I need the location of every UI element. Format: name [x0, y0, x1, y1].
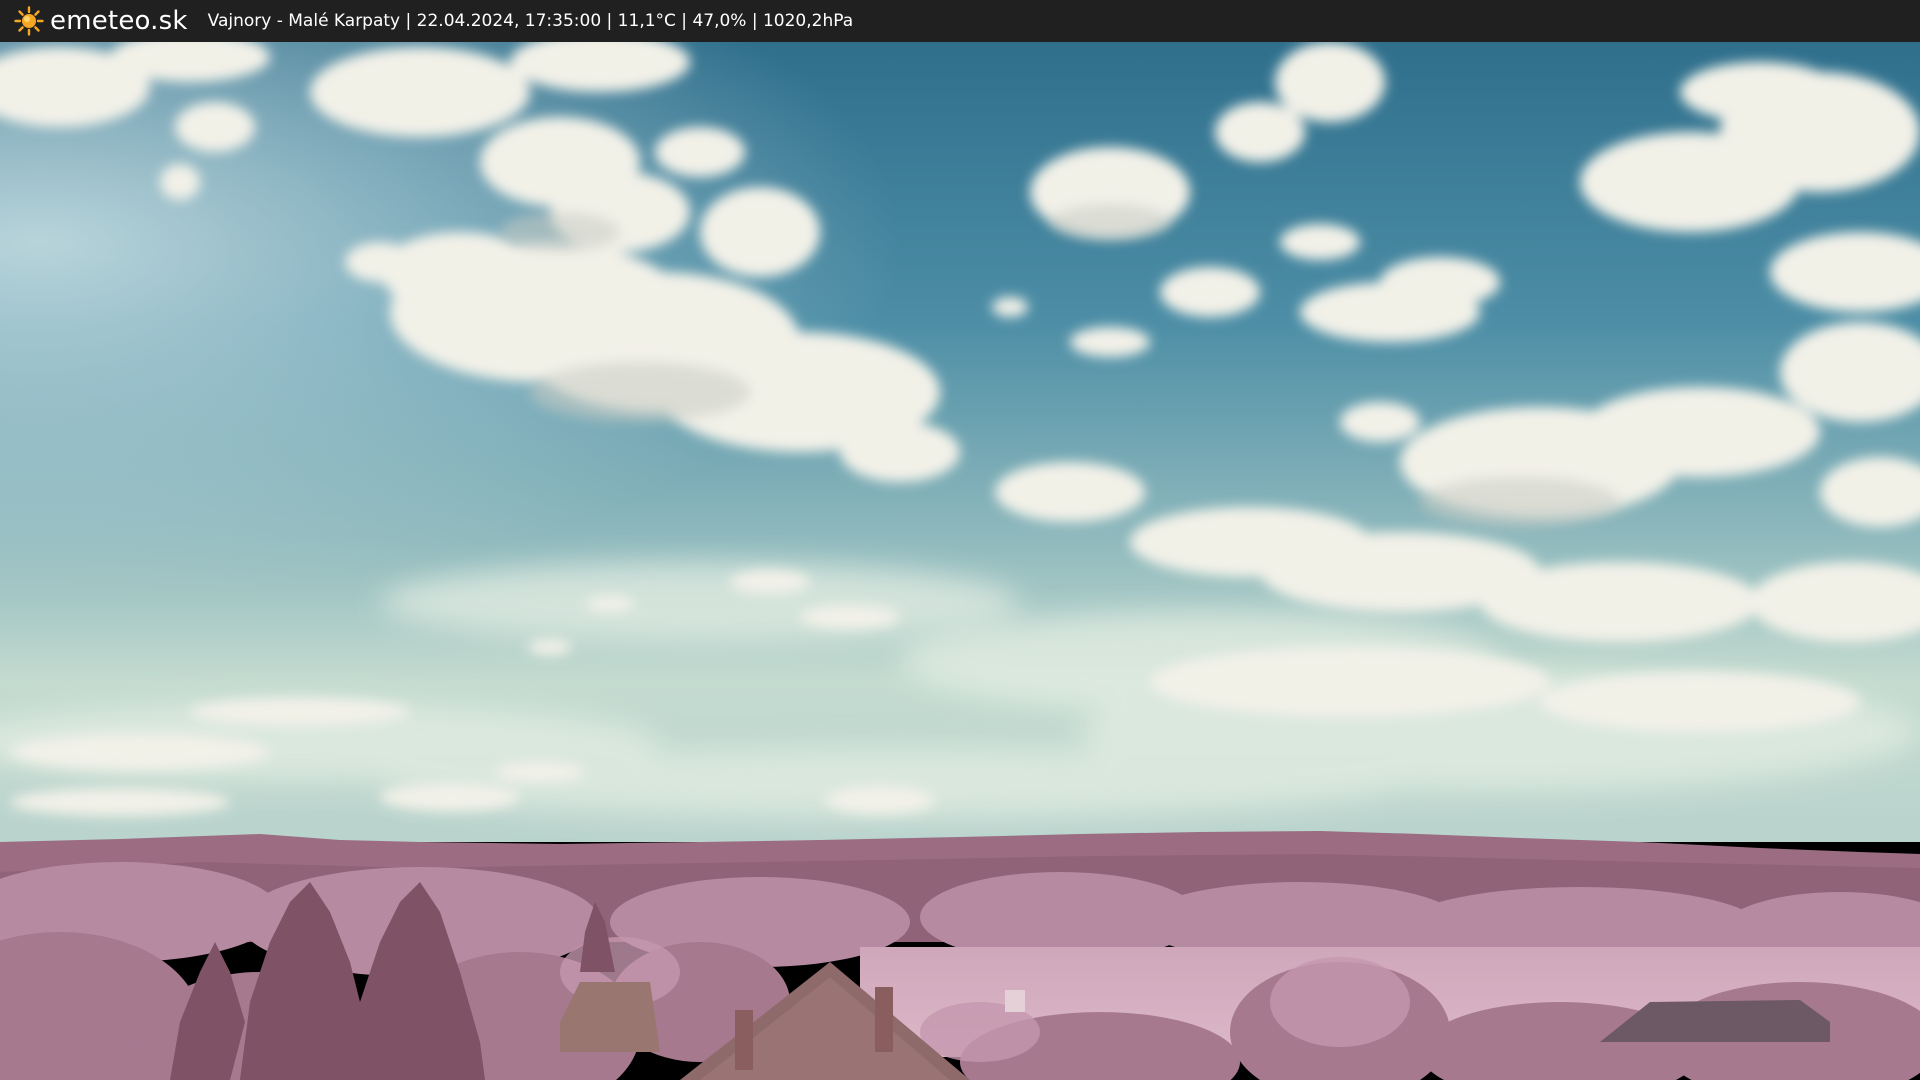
webcam-image: [0, 42, 1920, 1080]
top-bar: emeteo.sk Vajnory - Malé Karpaty | 22.04…: [0, 0, 1920, 42]
camera-caption: Vajnory - Malé Karpaty | 22.04.2024, 17:…: [207, 11, 854, 31]
logo[interactable]: emeteo.sk: [14, 0, 188, 42]
logo-text: emeteo.sk: [50, 6, 188, 36]
sun-icon: [14, 6, 44, 36]
